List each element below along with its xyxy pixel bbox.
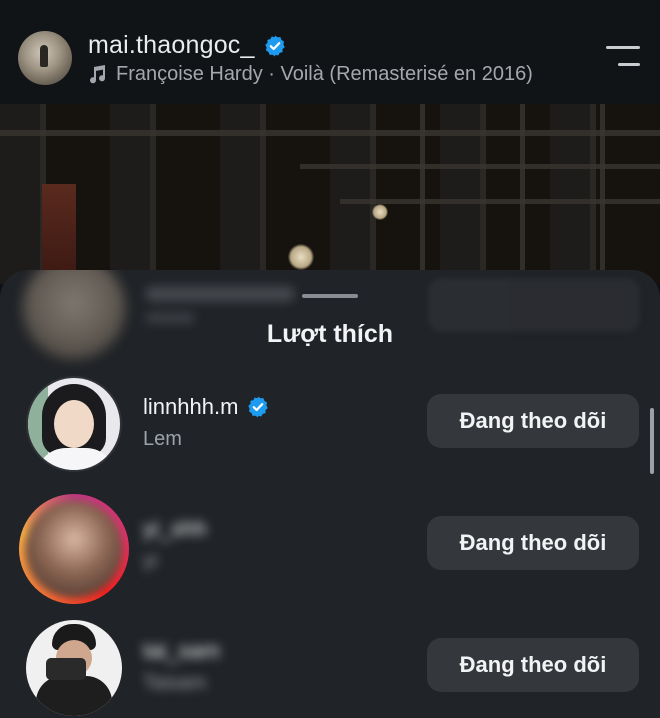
like-subtitle: Taisam [143, 672, 207, 694]
avatar[interactable] [26, 620, 122, 716]
music-note-icon [88, 64, 106, 85]
ghost-name [145, 286, 295, 302]
like-username-row[interactable]: tai_sam [143, 638, 220, 664]
like-username[interactable]: tai_sam [143, 638, 220, 664]
like-subtitle: yi [143, 550, 158, 572]
following-button[interactable]: Đang theo dõi [427, 516, 639, 570]
following-button[interactable]: Đang theo dõi [427, 638, 639, 692]
music-track-label: Françoise Hardy · Voilà (Remasterisé en … [116, 63, 533, 85]
like-username-row[interactable]: yi_shh [143, 516, 207, 542]
like-username-row[interactable]: linnhhh.m [143, 394, 270, 420]
post-music[interactable]: Françoise Hardy · Voilà (Remasterisé en … [88, 63, 533, 86]
post-header: mai.thaongoc_ Françoise Hardy · Voilà (R… [0, 0, 660, 104]
avatar[interactable] [26, 376, 122, 472]
menu-icon[interactable] [604, 46, 640, 70]
avatar[interactable] [19, 494, 129, 604]
verified-badge-icon [263, 34, 287, 58]
post-author-username[interactable]: mai.thaongoc_ [88, 31, 255, 60]
sheet-title: Lượt thích [266, 320, 394, 348]
like-row[interactable]: yi_shh yi Đang theo dõi [0, 494, 660, 614]
scrollbar[interactable] [650, 408, 654, 474]
likes-sheet: Lượt thích linnhhh.m Lem Đang theo dõi y… [0, 270, 660, 718]
sheet-grabber[interactable] [302, 294, 358, 298]
post-author-avatar[interactable] [18, 31, 72, 85]
following-button[interactable]: Đang theo dõi [427, 394, 639, 448]
like-row[interactable]: tai_sam Taisam Đang theo dõi [0, 616, 660, 718]
verified-badge-icon [246, 395, 270, 419]
like-subtitle: Lem [143, 428, 182, 450]
like-row[interactable]: linnhhh.m Lem Đang theo dõi [0, 372, 660, 492]
post-photo [0, 104, 660, 284]
like-username[interactable]: linnhhh.m [143, 394, 238, 420]
like-username[interactable]: yi_shh [143, 516, 207, 542]
post-author[interactable]: mai.thaongoc_ [88, 31, 287, 60]
